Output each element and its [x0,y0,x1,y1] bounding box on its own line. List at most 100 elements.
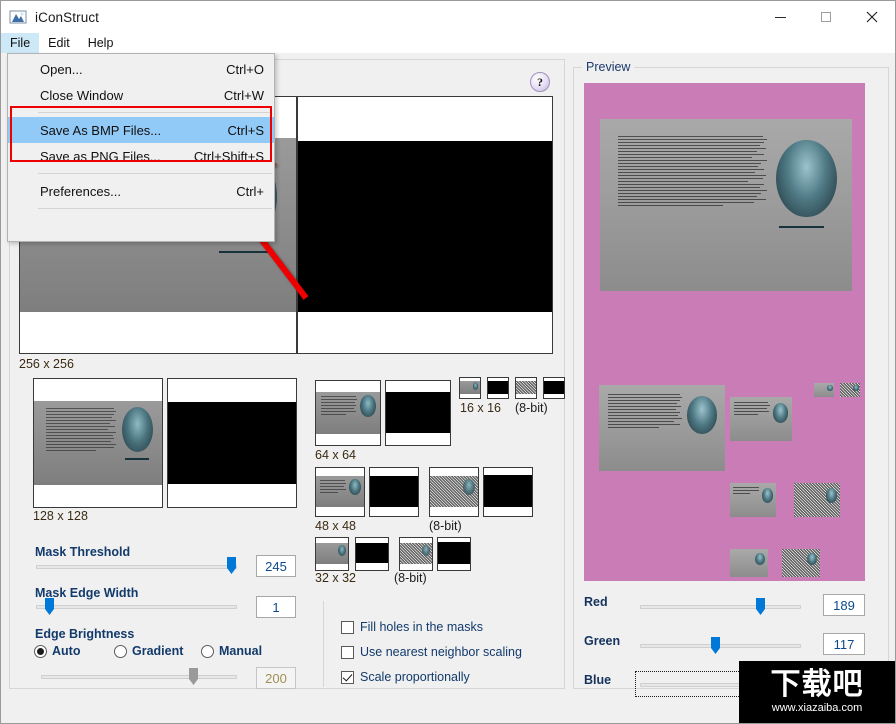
menu-item-open-label: Open... [40,61,83,77]
thumb-128-source[interactable] [33,378,163,508]
checkbox-fill-holes-icon [341,620,354,634]
red-channel-label: Red [584,595,608,609]
panel-divider [323,601,324,687]
menu-item-close-window[interactable]: Close Window Ctrl+W [8,82,274,108]
mask-edge-width-slider[interactable] [36,605,237,609]
menu-edit[interactable]: Edit [39,33,79,53]
size-label-32: 32 x 32 [315,571,357,585]
close-button[interactable] [849,1,895,33]
menu-help[interactable]: Help [79,33,123,53]
thumb-48-mask-8bit[interactable] [483,467,533,517]
menu-item-open[interactable]: Open... Ctrl+O [8,56,274,82]
watermark-text: 下载吧 [770,667,864,702]
preview-page-48-8bit [794,483,840,517]
radio-manual-icon [201,644,214,658]
checkbox-scale-proportionally-label: Scale proportionally [360,670,470,684]
bit-label-48: (8-bit) [429,519,462,533]
help-icon[interactable]: ? [530,72,550,92]
edge-brightness-option-manual[interactable]: Manual [201,644,262,658]
window-controls [757,1,895,33]
checkbox-fill-holes-label: Fill holes in the masks [360,620,483,634]
thumb-64-mask[interactable] [385,380,451,446]
thumb-16-source[interactable] [459,377,481,399]
size-label-128: 128 x 128 [33,509,88,523]
minimize-button[interactable] [757,1,803,33]
menu-item-save-bmp[interactable]: Save As BMP Files... Ctrl+S [8,117,274,143]
checkbox-nearest-neighbor-label: Use nearest neighbor scaling [360,645,522,659]
radio-auto-label: Auto [52,644,81,658]
size-label-256: 256 x 256 [19,357,74,371]
thumb-32-mask[interactable] [355,537,389,571]
menu-item-open-accel: Ctrl+O [226,61,264,77]
checkbox-fill-holes[interactable]: Fill holes in the masks [341,620,483,634]
thumb-256-mask[interactable] [297,96,553,354]
bit-label-16: (8-bit) [515,401,548,415]
menu-separator-2 [38,173,272,174]
file-menu-dropdown: Open... Ctrl+O Close Window Ctrl+W Save … [7,53,275,242]
edge-brightness-option-gradient[interactable]: Gradient [114,644,183,658]
preview-page-64 [730,397,792,441]
edge-brightness-option-auto[interactable]: Auto [34,644,80,658]
app-mountain-icon [9,8,27,26]
bit-label-32: (8-bit) [394,571,427,585]
radio-gradient-label: Gradient [132,644,184,658]
menu-item-preferences-accel: Ctrl+ [236,183,264,199]
thumb-128-mask[interactable] [167,378,297,508]
thumb-64-source[interactable] [315,380,381,446]
menu-item-exit[interactable] [8,213,274,239]
red-channel-slider[interactable] [640,605,801,609]
menu-file-label: File [10,35,31,50]
mask-edge-width-label: Mask Edge Width [35,586,139,600]
preview-page-16-8bit [840,383,860,397]
preview-page-48 [730,483,776,517]
window-title: iConStruct [35,9,100,25]
menu-bar: File Edit Help [1,33,895,53]
thumb-32-source[interactable] [315,537,349,571]
thumb-48-source-8bit[interactable] [429,467,479,517]
blue-channel-label: Blue [584,673,612,687]
menu-item-save-bmp-accel: Ctrl+S [227,122,264,138]
thumb-16-source-8bit[interactable] [515,377,537,399]
red-channel-value[interactable]: 189 [823,594,865,616]
thumb-16-mask-8bit[interactable] [543,377,565,399]
radio-manual-label: Manual [219,644,263,658]
green-channel-label: Green [584,634,621,648]
preview-page-16 [814,383,834,397]
mask-threshold-label: Mask Threshold [35,545,131,559]
menu-separator-3 [38,208,272,209]
menu-separator-1 [38,112,272,113]
mask-threshold-value[interactable]: 245 [256,555,296,577]
thumb-48-mask[interactable] [369,467,419,517]
menu-item-close-window-accel: Ctrl+W [223,87,264,103]
menu-help-label: Help [87,35,114,50]
thumb-16-mask[interactable] [487,377,509,399]
thumb-48-source[interactable] [315,467,365,517]
green-channel-value[interactable]: 117 [823,633,865,655]
radio-auto-icon [34,644,47,658]
preview-page-large [600,119,852,291]
thumb-32-source-8bit[interactable] [399,537,433,571]
preview-canvas[interactable] [584,83,865,581]
checkbox-nearest-neighbor[interactable]: Use nearest neighbor scaling [341,645,522,659]
maximize-button[interactable] [803,1,849,33]
mask-threshold-slider[interactable] [36,565,237,569]
menu-item-save-png[interactable]: Save as PNG Files... Ctrl+Shift+S [8,143,274,169]
size-label-16: 16 x 16 [460,401,502,415]
menu-item-preferences[interactable]: Preferences... Ctrl+ [8,178,274,204]
edge-brightness-value[interactable]: 200 [256,667,296,689]
radio-gradient-icon [114,644,127,658]
edge-brightness-slider[interactable] [41,675,237,679]
preview-page-32-8bit [782,549,820,577]
checkbox-scale-proportionally[interactable]: Scale proportionally [341,670,470,684]
menu-file[interactable]: File [1,33,40,53]
green-channel-slider[interactable] [640,644,801,648]
watermark: 下载吧 www.xiazaiba.com [739,661,895,723]
mask-edge-width-value[interactable]: 1 [256,596,296,618]
menu-item-save-png-accel: Ctrl+Shift+S [193,148,264,164]
menu-item-close-window-label: Close Window [40,87,124,103]
watermark-url: www.xiazaiba.com [771,702,863,714]
menu-item-save-bmp-label: Save As BMP Files... [40,122,162,138]
thumb-32-mask-8bit[interactable] [437,537,471,571]
menu-item-save-png-label: Save as PNG Files... [40,148,161,164]
preview-page-32 [730,549,768,577]
